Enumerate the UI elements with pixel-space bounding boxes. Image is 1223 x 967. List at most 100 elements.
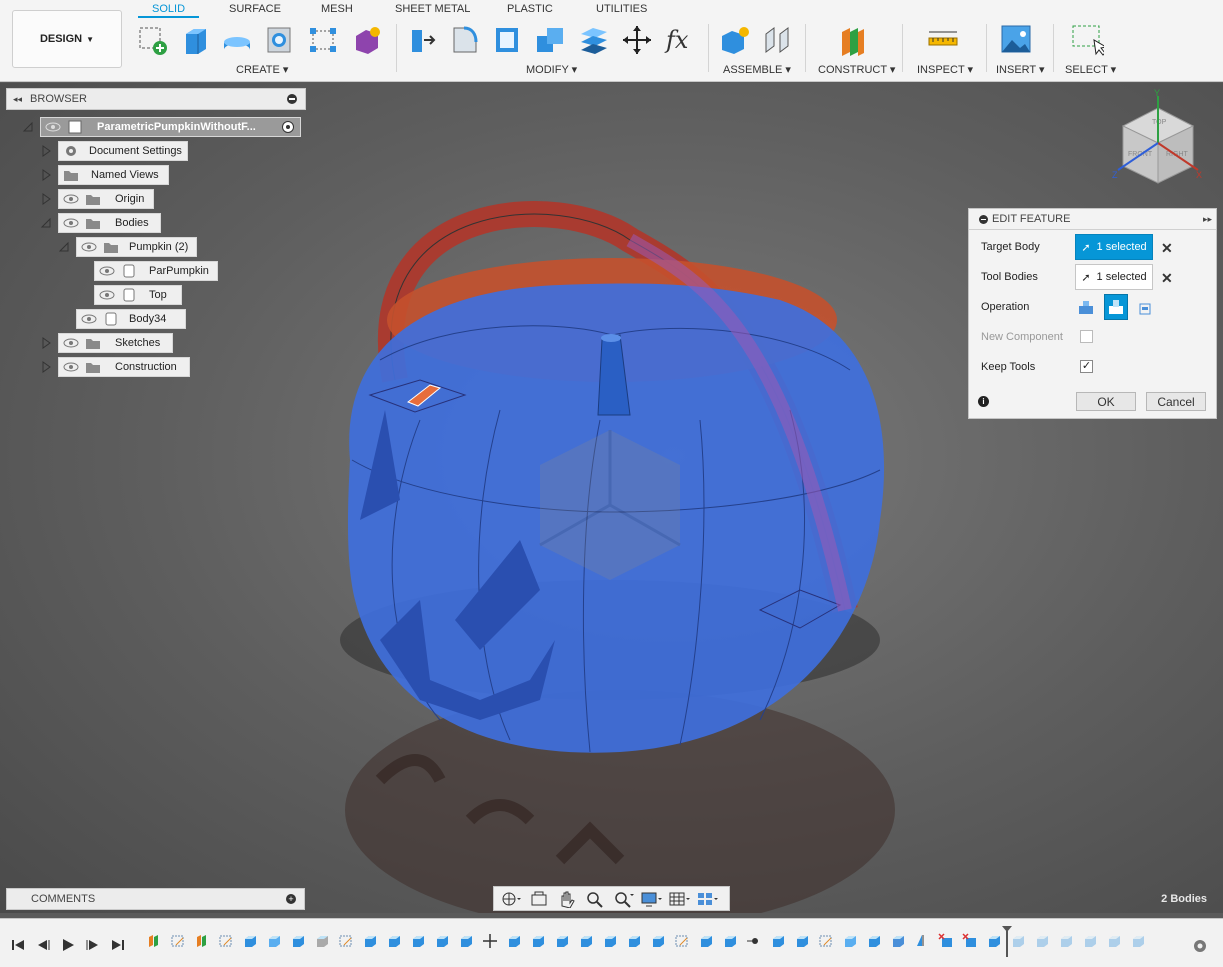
ok-button[interactable]: OK	[1076, 392, 1136, 411]
tab-plastic[interactable]: PLASTIC	[507, 2, 553, 18]
insert-menu[interactable]: INSERT ▾	[996, 63, 1045, 76]
timeline-feature-extrude-icon[interactable]	[1082, 933, 1098, 949]
info-icon[interactable]: i	[978, 396, 989, 407]
timeline-feature-extrude-icon[interactable]	[698, 933, 714, 949]
fit-view-icon[interactable]	[612, 890, 634, 908]
timeline-feature-extrude-icon[interactable]	[1058, 933, 1074, 949]
timeline-feature-sketch-icon[interactable]	[170, 933, 186, 949]
collapse-arrow-icon[interactable]	[40, 217, 52, 229]
timeline-feature-extrude-icon[interactable]	[458, 933, 474, 949]
step-back-icon[interactable]	[35, 938, 51, 952]
view-cube[interactable]: TOP FRONT RIGHT Y X Z	[1108, 88, 1208, 188]
parameters-fx-icon[interactable]: fx	[664, 22, 698, 58]
zoom-icon[interactable]	[584, 890, 606, 908]
operation-intersect-icon[interactable]	[1134, 296, 1156, 318]
collapse-panel-icon[interactable]: ◂◂	[13, 94, 22, 105]
browser-item-body34[interactable]: Body34	[76, 309, 186, 329]
timeline-feature-extrude-icon[interactable]	[362, 933, 378, 949]
play-icon[interactable]	[60, 938, 76, 952]
tab-mesh[interactable]: MESH	[321, 2, 353, 18]
timeline-feature-fillet-icon[interactable]	[314, 933, 330, 949]
timeline-feature-extrude-icon[interactable]	[242, 933, 258, 949]
timeline-feature-plane-icon[interactable]	[194, 933, 210, 949]
activate-radio-icon[interactable]	[282, 121, 294, 133]
eye-icon[interactable]	[63, 360, 79, 374]
eye-icon[interactable]	[45, 120, 61, 134]
timeline-feature-move-icon[interactable]	[482, 933, 498, 949]
target-body-selector[interactable]: ➚ 1 selected	[1075, 234, 1153, 260]
timeline-feature-extrude-icon[interactable]	[386, 933, 402, 949]
add-comment-icon[interactable]: +	[286, 894, 296, 904]
timeline-feature-sketch-icon[interactable]	[338, 933, 354, 949]
shell-icon[interactable]	[490, 22, 524, 58]
cancel-button[interactable]: Cancel	[1146, 392, 1206, 411]
assemble-menu[interactable]: ASSEMBLE ▾	[723, 63, 791, 76]
pattern-icon[interactable]	[306, 22, 340, 58]
new-component-icon[interactable]	[718, 22, 752, 58]
move-icon[interactable]	[620, 22, 654, 58]
viewports-icon[interactable]	[696, 890, 718, 908]
browser-item-named-views[interactable]: Named Views	[58, 165, 169, 185]
grid-settings-icon[interactable]	[668, 890, 690, 908]
clear-target-body-button[interactable]: ✕	[1161, 240, 1173, 257]
construct-menu[interactable]: CONSTRUCT ▾	[818, 63, 895, 76]
timeline-feature-sketch-icon[interactable]	[674, 933, 690, 949]
select-menu[interactable]: SELECT ▾	[1065, 63, 1116, 76]
browser-item-pumpkin[interactable]: Pumpkin (2)	[76, 237, 197, 257]
timeline-feature-extrude-icon[interactable]	[650, 933, 666, 949]
eye-icon[interactable]	[99, 264, 115, 278]
go-to-start-icon[interactable]	[10, 938, 26, 952]
display-settings-icon[interactable]	[640, 890, 662, 908]
eye-icon[interactable]	[63, 336, 79, 350]
keep-tools-checkbox[interactable]: ✓	[1080, 360, 1093, 373]
timeline-feature-extrude-icon[interactable]	[554, 933, 570, 949]
timeline-feature-point-icon[interactable]	[746, 933, 762, 949]
extrude-icon[interactable]	[178, 22, 212, 58]
timeline-feature-extrude-icon[interactable]	[1130, 933, 1146, 949]
expand-arrow-icon[interactable]	[40, 337, 52, 349]
timeline-feature-extrude-icon[interactable]	[530, 933, 546, 949]
browser-item-top[interactable]: Top	[94, 285, 182, 305]
orbit-icon[interactable]	[500, 890, 522, 908]
minus-icon[interactable]	[287, 94, 297, 104]
browser-item-construction[interactable]: Construction	[58, 357, 190, 377]
expand-dialog-icon[interactable]: ▸▸	[1203, 214, 1212, 225]
fillet-icon[interactable]	[448, 22, 482, 58]
timeline-feature-extrude-icon[interactable]	[602, 933, 618, 949]
tab-sheet-metal[interactable]: SHEET METAL	[395, 2, 470, 18]
press-pull-icon[interactable]	[406, 22, 440, 58]
timeline-feature-extrude-icon[interactable]	[290, 933, 306, 949]
insert-image-icon[interactable]	[999, 22, 1033, 58]
browser-item-document-settings[interactable]: Document Settings	[58, 141, 188, 161]
timeline-feature-extrude-icon[interactable]	[1106, 933, 1122, 949]
combine-icon[interactable]	[533, 22, 567, 58]
timeline-feature-extrude-icon[interactable]	[410, 933, 426, 949]
inspect-menu[interactable]: INSPECT ▾	[917, 63, 973, 76]
timeline-feature-extrude-icon[interactable]	[626, 933, 642, 949]
clear-tool-bodies-button[interactable]: ✕	[1161, 270, 1173, 287]
browser-root-item[interactable]: ParametricPumpkinWithoutF...	[40, 117, 301, 137]
timeline-feature-extrude-icon[interactable]	[722, 933, 738, 949]
tab-utilities[interactable]: UTILITIES	[596, 2, 647, 18]
timeline-feature-extrude-icon[interactable]	[506, 933, 522, 949]
timeline-feature-split-icon[interactable]	[890, 933, 906, 949]
eye-icon[interactable]	[63, 216, 79, 230]
timeline-feature-delete-icon[interactable]	[962, 933, 978, 949]
replace-face-icon[interactable]	[577, 22, 611, 58]
expand-arrow-icon[interactable]	[40, 145, 52, 157]
timeline-feature-extrude-icon[interactable]	[866, 933, 882, 949]
new-component-checkbox[interactable]	[1080, 330, 1093, 343]
go-to-end-icon[interactable]	[110, 938, 126, 952]
operation-join-icon[interactable]	[1075, 296, 1097, 318]
joint-icon[interactable]	[760, 22, 794, 58]
step-forward-icon[interactable]	[85, 938, 101, 952]
workspace-switcher-button[interactable]: DESIGN ▼	[12, 10, 122, 68]
window-select-icon[interactable]	[1070, 22, 1108, 58]
timeline-settings-gear-icon[interactable]	[1192, 938, 1208, 954]
timeline-marker-icon[interactable]	[1001, 925, 1013, 959]
tab-surface[interactable]: SURFACE	[229, 2, 281, 18]
timeline-feature-combine-icon[interactable]	[842, 933, 858, 949]
eye-icon[interactable]	[99, 288, 115, 302]
eye-icon[interactable]	[81, 240, 97, 254]
timeline-feature-sketch-icon[interactable]	[218, 933, 234, 949]
